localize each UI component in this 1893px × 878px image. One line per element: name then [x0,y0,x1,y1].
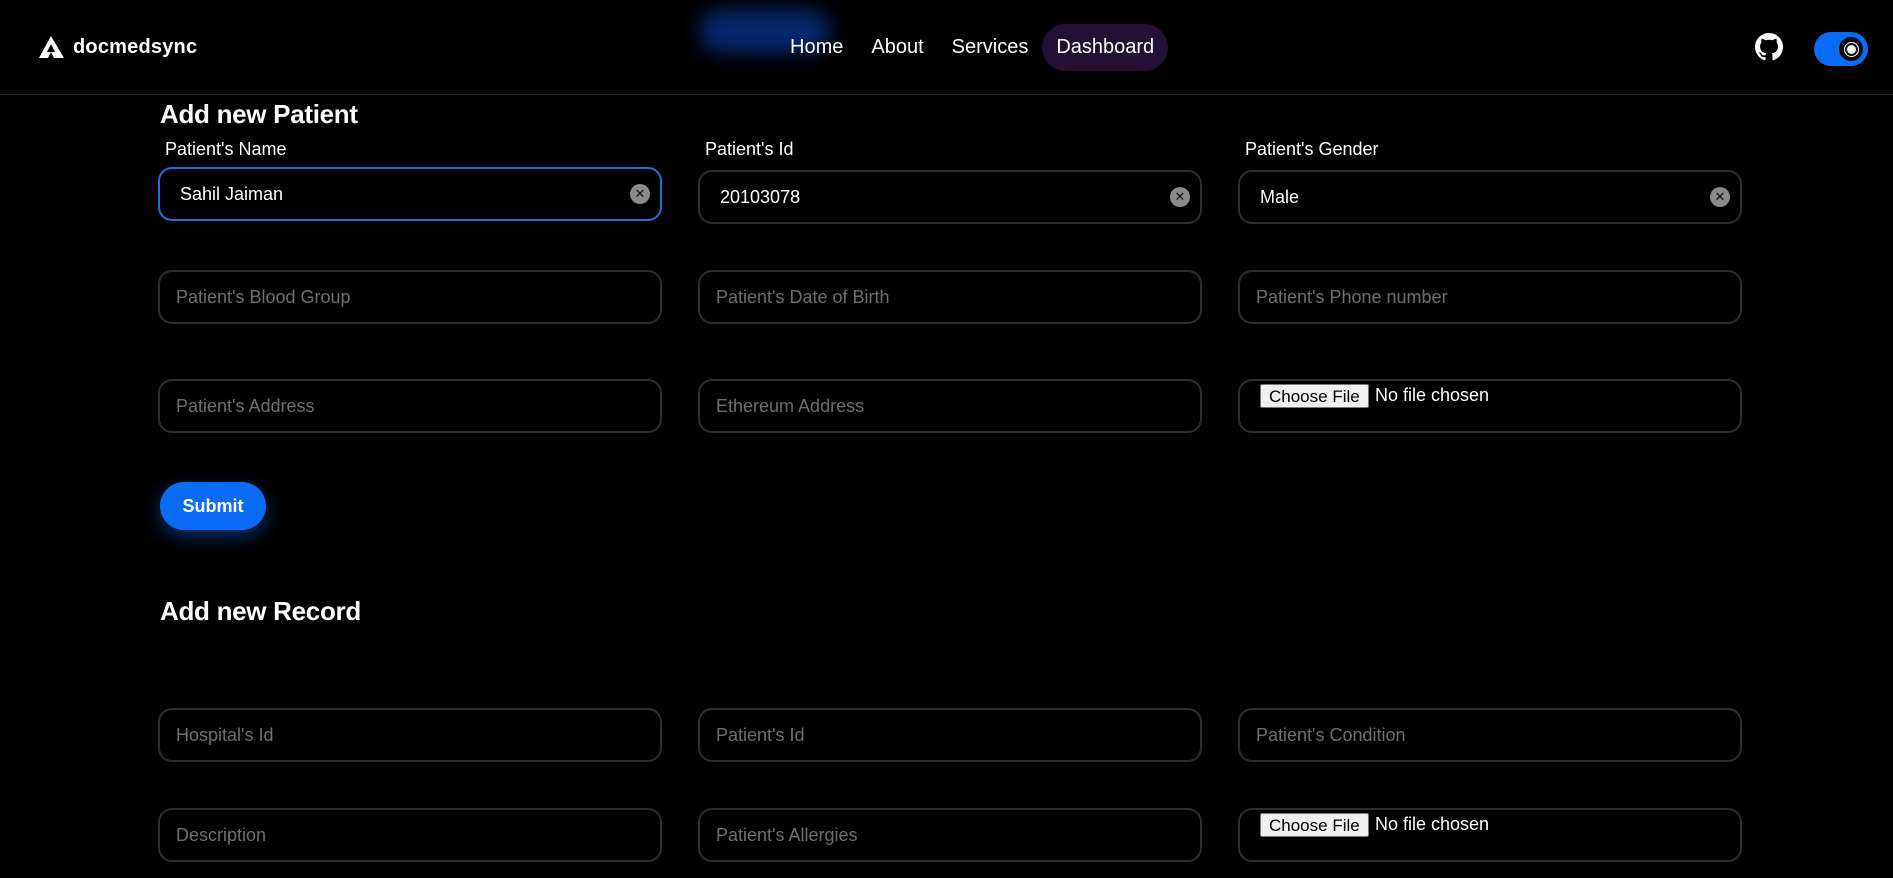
phone-field [1238,270,1742,324]
choose-file-button[interactable]: Choose File [1260,384,1369,408]
patient-id-input[interactable] [700,172,1200,222]
patient-name-label: Patient's Name [165,139,287,159]
blood-group-field [158,270,662,324]
clear-icon[interactable]: ✕ [1710,187,1730,207]
blood-group-input[interactable] [160,272,660,322]
patient-gender-field: ✕ [1238,170,1742,224]
patient-id-label: Patient's Id [705,139,794,159]
address-field [158,379,662,433]
nav-link-services[interactable]: Services [938,24,1043,71]
phone-input[interactable] [1240,272,1740,322]
sun-icon [1839,37,1863,61]
patient-name-input[interactable] [160,169,660,219]
record-patient-id-field [698,708,1202,762]
address-input[interactable] [160,381,660,431]
patient-file-field: Choose File No file chosen [1238,379,1742,433]
top-navbar: docmedsync Home About Services Dashboard [0,0,1893,95]
nav-links: Home About Services Dashboard [776,22,1169,72]
clear-icon[interactable]: ✕ [630,184,650,204]
file-status: No file chosen [1375,814,1490,834]
patient-gender-input[interactable] [1240,172,1740,222]
allergies-field [698,808,1202,862]
patient-name-field: ✕ [158,167,662,221]
allergies-input[interactable] [700,810,1200,860]
brand[interactable]: docmedsync [38,33,197,61]
brand-logo-icon [39,36,64,58]
dob-field [698,270,1202,324]
github-icon[interactable] [1755,33,1783,61]
description-field [158,808,662,862]
ethereum-input[interactable] [700,381,1200,431]
patient-gender-label: Patient's Gender [1245,139,1379,159]
choose-file-button[interactable]: Choose File [1260,813,1369,837]
condition-field [1238,708,1742,762]
nav-link-home[interactable]: Home [776,24,857,71]
clear-icon[interactable]: ✕ [1170,187,1190,207]
record-patient-id-input[interactable] [700,710,1200,760]
hospital-id-field [158,708,662,762]
brand-name: docmedsync [73,35,198,58]
file-status: No file chosen [1375,385,1490,405]
add-record-title: Add new Record [160,596,361,626]
description-input[interactable] [160,810,660,860]
submit-button[interactable]: Submit [160,482,266,530]
patient-id-field: ✕ [698,170,1202,224]
dob-input[interactable] [700,272,1200,322]
record-file-field: Choose File No file chosen [1238,808,1742,862]
condition-input[interactable] [1240,710,1740,760]
ethereum-field [698,379,1202,433]
hospital-id-input[interactable] [160,710,660,760]
nav-link-dashboard[interactable]: Dashboard [1042,23,1169,71]
theme-toggle[interactable] [1814,32,1868,66]
nav-link-about[interactable]: About [857,24,937,71]
add-patient-title: Add new Patient [160,99,358,129]
